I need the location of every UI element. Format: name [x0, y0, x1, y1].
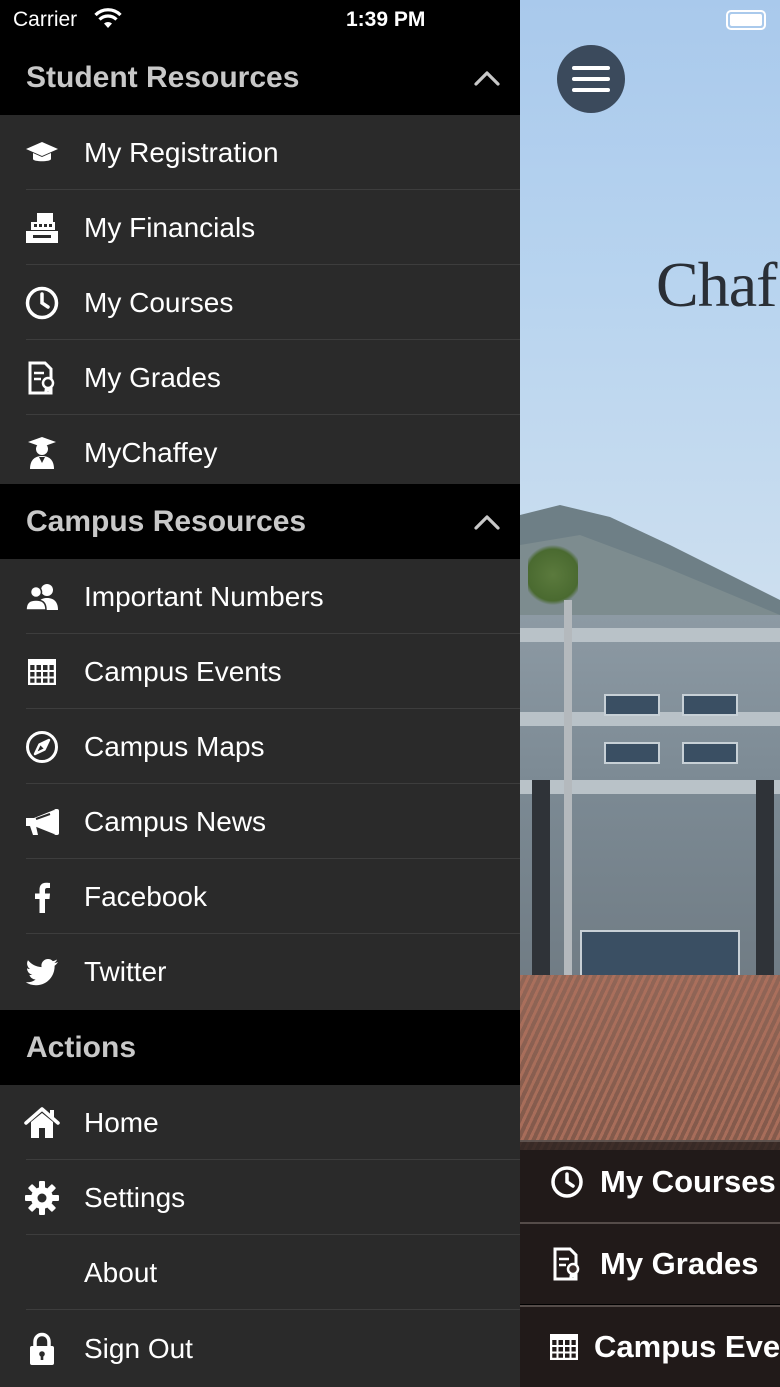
menu-item-twitter[interactable]: Twitter — [0, 934, 520, 1009]
menu-item-my-grades[interactable]: My Grades — [0, 340, 520, 415]
menu-item-home[interactable]: Home — [0, 1085, 520, 1160]
megaphone-icon — [24, 804, 60, 840]
section-header-campus-resources[interactable]: Campus Resources — [0, 484, 520, 559]
hamburger-menu-button[interactable] — [557, 45, 625, 113]
graduate-person-icon — [24, 435, 60, 471]
facebook-icon — [24, 879, 60, 915]
graduation-cap-icon — [24, 135, 60, 171]
grades-icon — [24, 360, 60, 396]
menu-item-label: My Grades — [84, 361, 221, 393]
menu-item-label: Twitter — [84, 955, 167, 987]
status-time: 1:39 PM — [346, 8, 426, 31]
quick-link-my-courses[interactable]: My Courses — [520, 1140, 780, 1222]
gear-icon — [24, 1180, 60, 1216]
grades-icon — [550, 1247, 584, 1281]
clock-icon — [24, 285, 60, 321]
building-window — [604, 694, 660, 716]
quick-link-campus-events[interactable]: Campus Eve — [520, 1305, 780, 1387]
building-window — [580, 930, 740, 980]
lock-icon — [24, 1331, 60, 1367]
wifi-icon — [94, 8, 122, 35]
quick-link-label: My Courses — [600, 1164, 776, 1199]
navigation-drawer: Carrier 1:39 PM Student Resources My Reg… — [0, 0, 520, 1387]
menu-bar — [572, 77, 610, 81]
menu-item-mychaffey[interactable]: MyChaffey — [0, 415, 520, 490]
section-title: Campus Resources — [26, 504, 307, 538]
compass-icon — [24, 729, 60, 765]
about-icon-placeholder — [24, 1255, 60, 1291]
cash-register-icon — [24, 210, 60, 246]
light-pole — [564, 600, 572, 1040]
menu-item-label: About — [84, 1256, 158, 1288]
calendar-icon — [24, 654, 60, 690]
menu-item-label: My Courses — [84, 286, 234, 318]
menu-item-campus-news[interactable]: Campus News — [0, 784, 520, 859]
clock-icon — [550, 1165, 584, 1199]
carrier-label: Carrier — [13, 8, 78, 31]
building-window — [682, 694, 738, 716]
chevron-up-icon — [474, 71, 500, 86]
section-header-student-resources[interactable]: Student Resources — [0, 40, 520, 115]
section-title: Student Resources — [26, 60, 300, 94]
menu-item-label: Campus News — [84, 805, 267, 837]
menu-item-campus-maps[interactable]: Campus Maps — [0, 709, 520, 784]
people-icon — [24, 579, 60, 615]
section-header-actions: Actions — [0, 1010, 520, 1085]
menu-item-facebook[interactable]: Facebook — [0, 859, 520, 934]
battery-icon — [726, 10, 766, 30]
building-band — [520, 628, 780, 642]
home-icon — [24, 1105, 60, 1141]
menu-item-label: My Financials — [84, 211, 256, 243]
menu-item-label: Campus Maps — [84, 730, 265, 762]
menu-item-label: Home — [84, 1106, 159, 1138]
quick-link-label: Campus Eve — [594, 1329, 780, 1364]
menu-bar — [572, 66, 610, 70]
quick-link-my-grades[interactable]: My Grades — [520, 1222, 780, 1304]
menu-item-my-registration[interactable]: My Registration — [0, 115, 520, 190]
section-title: Actions — [26, 1030, 137, 1064]
ornamental-grass-image — [520, 975, 780, 1150]
menu-item-important-numbers[interactable]: Important Numbers — [0, 559, 520, 634]
menu-item-my-financials[interactable]: My Financials — [0, 190, 520, 265]
menu-item-label: Campus Events — [84, 655, 282, 687]
status-bar: Carrier 1:39 PM — [0, 0, 520, 40]
building-window — [604, 742, 660, 764]
menu-item-settings[interactable]: Settings — [0, 1160, 520, 1235]
menu-item-label: Important Numbers — [84, 580, 324, 612]
menu-item-label: Facebook — [84, 880, 207, 912]
college-logo-text: Chaf — [656, 249, 777, 320]
menu-item-label: Sign Out — [84, 1332, 193, 1364]
quick-link-label: My Grades — [600, 1246, 759, 1281]
menu-item-about[interactable]: About — [0, 1235, 520, 1310]
menu-item-my-courses[interactable]: My Courses — [0, 265, 520, 340]
menu-item-campus-events[interactable]: Campus Events — [0, 634, 520, 709]
twitter-icon — [24, 954, 60, 990]
background-home-screen: Chaf My Courses My Grades Campus Eve — [520, 0, 780, 1387]
menu-item-label: Settings — [84, 1181, 186, 1213]
menu-bar — [572, 88, 610, 92]
menu-item-sign-out[interactable]: Sign Out — [0, 1311, 520, 1386]
chevron-up-icon — [474, 515, 500, 530]
building-window — [682, 742, 738, 764]
building-band — [520, 780, 780, 794]
menu-item-label: My Registration — [84, 136, 279, 168]
menu-item-label: MyChaffey — [84, 436, 218, 468]
calendar-icon — [550, 1330, 578, 1364]
